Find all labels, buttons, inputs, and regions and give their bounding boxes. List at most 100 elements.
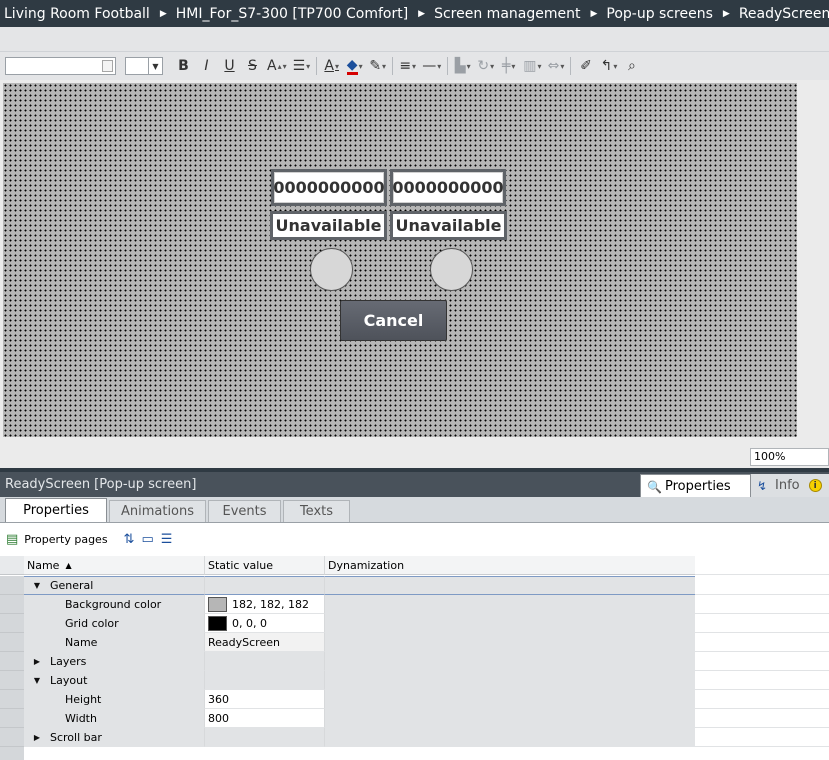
properties-icon: 🔍 — [647, 479, 662, 494]
collapse-icon[interactable]: ▼ — [30, 676, 44, 685]
grid-filler — [695, 671, 829, 690]
circle-button-2[interactable] — [430, 248, 473, 291]
circle-button-1[interactable] — [310, 248, 353, 291]
chevron-down-icon: ▾ — [490, 61, 495, 71]
text-field-2[interactable]: Unavailable — [390, 211, 507, 240]
font-picker-icon[interactable] — [102, 60, 113, 72]
font-size-field[interactable]: ▼ — [125, 57, 163, 75]
group-view-icon[interactable]: ▭ — [141, 532, 153, 547]
property-value[interactable]: 0, 0, 0 — [204, 614, 324, 633]
chevron-down-icon[interactable]: ▼ — [148, 58, 162, 74]
line-width-button[interactable]: ≡ ▾ — [399, 56, 416, 76]
group-row-general[interactable]: ▼ General — [0, 576, 829, 595]
breadcrumb-item-project[interactable]: Living Room Football — [4, 6, 150, 22]
font-size-up-button[interactable]: A ▴ ▾ — [267, 56, 287, 76]
sort-az-icon[interactable]: ⇅ — [124, 532, 135, 547]
property-row-grid-color[interactable]: Grid color 0, 0, 0 — [0, 614, 829, 633]
line-color-button[interactable]: ✎ ▾ — [369, 56, 386, 76]
property-row-background-color[interactable]: Background color 182, 182, 182 — [0, 595, 829, 614]
collapse-icon[interactable]: ▼ — [30, 581, 44, 590]
property-value[interactable]: 182, 182, 182 — [204, 595, 324, 614]
bold-button[interactable]: B — [175, 56, 192, 76]
io-field-2[interactable]: 0000000000 — [390, 169, 506, 206]
grid-filler — [695, 614, 829, 633]
color-swatch[interactable] — [208, 596, 227, 612]
text-color-button[interactable]: A ▾ — [323, 56, 340, 76]
format-painter-button[interactable]: ✐ — [577, 56, 594, 76]
group-label: Layout — [50, 673, 88, 687]
rotate-button[interactable]: ↻ ▾ — [477, 56, 494, 76]
color-swatch[interactable] — [208, 615, 227, 631]
group-row-scroll-bar[interactable]: ▶ Scroll bar — [0, 728, 829, 747]
row-gutter — [0, 576, 24, 595]
tab-info-label: Info — [775, 478, 800, 493]
property-value[interactable]: 360 — [204, 690, 324, 709]
chevron-down-icon: ▾ — [466, 61, 471, 71]
inspector-header: ReadyScreen [Pop-up screen] 🔍 Properties… — [0, 472, 829, 497]
grid-filler — [695, 690, 829, 709]
zoom-field[interactable]: 100% — [750, 448, 829, 466]
group-dyn — [324, 728, 695, 747]
chevron-down-icon: ▾ — [437, 61, 442, 71]
same-size-button[interactable]: ⇔ ▾ — [547, 56, 565, 76]
property-name: Height — [24, 690, 204, 709]
italic-button[interactable]: I — [198, 56, 215, 76]
subtab-texts[interactable]: Texts — [283, 500, 350, 522]
property-row-width[interactable]: Width 800 — [0, 709, 829, 728]
align-objects-button[interactable]: ╪ ▾ — [500, 56, 517, 76]
breadcrumb-item-readyscreen[interactable]: ReadyScreen — [739, 6, 829, 22]
group-name: ▼ General — [24, 576, 204, 595]
grid-filler — [695, 709, 829, 728]
text-field-1[interactable]: Unavailable — [270, 211, 387, 240]
chevron-down-icon: ▾ — [412, 61, 417, 71]
group-row-layers[interactable]: ▶ Layers — [0, 652, 829, 671]
property-row-height[interactable]: Height 360 — [0, 690, 829, 709]
grid-header-row: Name ▲ Static value Dynamization — [0, 556, 829, 575]
property-value[interactable]: ReadyScreen — [204, 633, 324, 652]
breadcrumb-item-popup-screens[interactable]: Pop-up screens — [606, 6, 713, 22]
subtab-properties[interactable]: Properties — [5, 498, 107, 522]
line-style-button[interactable]: — ▾ — [422, 56, 441, 76]
group-value — [204, 728, 324, 747]
column-header-static-value[interactable]: Static value — [204, 556, 324, 575]
toolbar-divider — [392, 57, 394, 75]
group-row-layout[interactable]: ▼ Layout — [0, 671, 829, 690]
column-header-name[interactable]: Name ▲ — [24, 556, 204, 575]
group-dyn — [324, 652, 695, 671]
cancel-button[interactable]: Cancel — [340, 300, 447, 341]
property-pages-button[interactable]: ▤ Property pages — [6, 532, 108, 547]
text-direction-button[interactable]: ↰ ▾ — [600, 56, 618, 76]
strikethrough-button[interactable]: S — [244, 56, 261, 76]
property-row-name[interactable]: Name ReadyScreen — [0, 633, 829, 652]
expand-icon[interactable]: ▶ — [30, 733, 44, 742]
subtab-events[interactable]: Events — [208, 500, 281, 522]
align-text-button[interactable]: ☰ ▾ — [293, 56, 311, 76]
property-name: Name — [24, 633, 204, 652]
group-value — [204, 671, 324, 690]
font-name-field[interactable] — [5, 57, 116, 75]
format-toolbar: ▼ B I U S A ▴ ▾ ☰ ▾ A ▾ ◆ ▾ ✎ ▾ ≡ ▾ — ▾ ▙ ▾ ↻ ▾ ╪ ▾… — [0, 52, 829, 80]
tab-info[interactable]: ↯ Info i — [751, 474, 829, 497]
list-view-icon[interactable]: ☰ — [161, 532, 173, 547]
breadcrumb-item-screen-management[interactable]: Screen management — [434, 6, 580, 22]
io-field-1[interactable]: 0000000000 — [271, 169, 387, 206]
fill-color-button[interactable]: ◆ ▾ — [346, 56, 363, 76]
layer-order-button[interactable]: ▙ ▾ — [454, 56, 471, 76]
distribute-button[interactable]: ▥ ▾ — [523, 56, 541, 76]
breadcrumb-item-device[interactable]: HMI_For_S7-300 [TP700 Comfort] — [176, 6, 408, 22]
column-header-dynamization[interactable]: Dynamization — [324, 556, 695, 575]
chevron-down-icon: ▾ — [382, 61, 387, 71]
subtab-animations[interactable]: Animations — [109, 500, 206, 522]
column-header-name-label: Name — [27, 558, 60, 572]
property-dyn — [324, 633, 695, 652]
property-value[interactable]: 800 — [204, 709, 324, 728]
grid-filler — [695, 633, 829, 652]
line-style-icon: — — [422, 58, 437, 74]
screen-canvas[interactable]: 0000000000 0000000000 Unavailable Unavai… — [3, 83, 797, 437]
chevron-down-icon: ▾ — [282, 61, 287, 71]
expand-icon[interactable]: ▶ — [30, 657, 44, 666]
group-label: General — [50, 579, 94, 592]
tab-properties[interactable]: 🔍 Properties — [640, 474, 751, 497]
zoom-selection-button[interactable]: ⌕ — [623, 56, 640, 76]
underline-button[interactable]: U — [221, 56, 238, 76]
